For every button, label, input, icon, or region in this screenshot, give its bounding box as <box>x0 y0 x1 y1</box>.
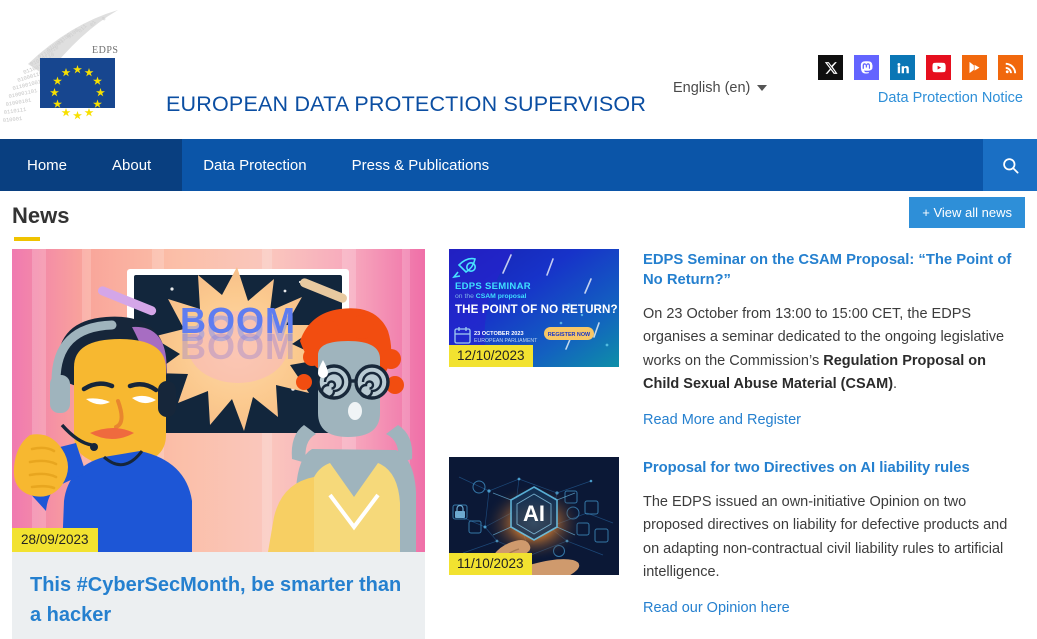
edps-logo[interactable]: 010001 0110111 01000101 010001101 011001… <box>0 4 152 134</box>
svg-text:23 OCTOBER 2023: 23 OCTOBER 2023 <box>474 331 524 337</box>
news-list-item: AI 11/10/2023 Proposal for two Directive… <box>449 456 1025 617</box>
news-item-link[interactable]: Read More and Register <box>643 412 801 428</box>
desc-text-lead: The EDPS issued an own-initiative Opinio… <box>643 493 1008 581</box>
data-protection-notice-link[interactable]: Data Protection Notice <box>878 90 1023 106</box>
language-selector[interactable]: English (en) <box>673 80 768 96</box>
title-underline <box>14 237 40 241</box>
news-item-description: On 23 October from 13:00 to 15:00 CET, t… <box>643 303 1025 397</box>
featured-caption: This #CyberSecMonth, be smarter than a h… <box>12 552 425 639</box>
x-icon[interactable] <box>818 55 843 80</box>
site-header: 010001 0110111 01000101 010001101 011001… <box>0 0 1037 139</box>
nav-items: Home About Data Protection Press & Publi… <box>0 139 489 191</box>
site-title: EUROPEAN DATA PROTECTION SUPERVISOR <box>166 92 647 116</box>
news-item-title[interactable]: EDPS Seminar on the CSAM Proposal: “The … <box>643 251 1025 291</box>
news-section-header: News + View all news <box>12 191 1025 249</box>
svg-text:EUROPEAN PARLIAMENT: EUROPEAN PARLIAMENT <box>474 338 538 344</box>
nav-item-home[interactable]: Home <box>27 157 67 174</box>
nav-item-about[interactable]: About <box>112 157 151 174</box>
edps-logo-text: EDPS <box>92 45 118 56</box>
featured-image: BOOM BOOM BOOM 28/09/2023 <box>12 249 425 552</box>
news-item-link[interactable]: Read our Opinion here <box>643 600 790 616</box>
chevron-down-icon <box>757 85 768 91</box>
mastodon-icon[interactable] <box>854 55 879 80</box>
page-title: News <box>12 203 70 228</box>
news-date-badge: 12/10/2023 <box>449 345 533 367</box>
featured-news-card[interactable]: BOOM BOOM BOOM 28/09/2023 This #CyberSec… <box>12 249 425 639</box>
peertube-icon[interactable] <box>962 55 987 80</box>
svg-text:AI: AI <box>523 501 545 526</box>
nav-item-press-publications[interactable]: Press & Publications <box>352 157 490 174</box>
news-item-body: EDPS Seminar on the CSAM Proposal: “The … <box>643 249 1025 429</box>
nav-item-data-protection[interactable]: Data Protection <box>203 157 306 174</box>
search-icon <box>1002 157 1018 173</box>
edps-logo-graphic: 010001 0110111 01000101 010001101 011001… <box>3 10 118 124</box>
svg-text:BOOM: BOOM <box>180 300 296 341</box>
youtube-icon[interactable] <box>926 55 951 80</box>
svg-text:EDPS SEMINAR: EDPS SEMINAR <box>455 281 531 292</box>
news-item-title[interactable]: Proposal for two Directives on AI liabil… <box>643 459 1025 479</box>
news-item-body: Proposal for two Directives on AI liabil… <box>643 457 1025 617</box>
news-list: EDPS SEMINAR on the CSAM proposal THE PO… <box>449 249 1025 639</box>
news-list-item: EDPS SEMINAR on the CSAM proposal THE PO… <box>449 249 1025 429</box>
news-thumbnail[interactable]: AI 11/10/2023 <box>449 456 619 575</box>
svg-text:on the CSAM proposal: on the CSAM proposal <box>455 293 527 300</box>
view-all-news-button[interactable]: + View all news <box>909 197 1025 228</box>
search-button[interactable] <box>983 139 1037 191</box>
linkedin-icon[interactable] <box>890 55 915 80</box>
svg-text:REGISTER NOW: REGISTER NOW <box>548 332 591 338</box>
svg-text:0110111: 0110111 <box>3 107 26 116</box>
svg-text:010001: 010001 <box>3 116 23 124</box>
main-navigation: Home About Data Protection Press & Publi… <box>0 139 1037 191</box>
svg-text:THE POINT OF NO RETURN?: THE POINT OF NO RETURN? <box>455 303 618 316</box>
desc-text-tail: . <box>893 376 898 393</box>
featured-headline[interactable]: This #CyberSecMonth, be smarter than a h… <box>30 570 407 630</box>
language-selector-label: English (en) <box>673 80 751 96</box>
news-thumbnail[interactable]: EDPS SEMINAR on the CSAM proposal THE PO… <box>449 249 619 367</box>
cybersec-illustration: BOOM BOOM BOOM <box>12 249 425 552</box>
main-content: News + View all news BOOM BOOM BOOM 28/0… <box>0 191 1037 639</box>
social-links <box>818 55 1023 80</box>
featured-date-badge: 28/09/2023 <box>12 528 98 552</box>
news-date-badge: 11/10/2023 <box>449 552 532 575</box>
news-grid: BOOM BOOM BOOM 28/09/2023 This #CyberSec… <box>12 249 1025 639</box>
rss-icon[interactable] <box>998 55 1023 80</box>
news-item-description: The EDPS issued an own-initiative Opinio… <box>643 491 1025 585</box>
